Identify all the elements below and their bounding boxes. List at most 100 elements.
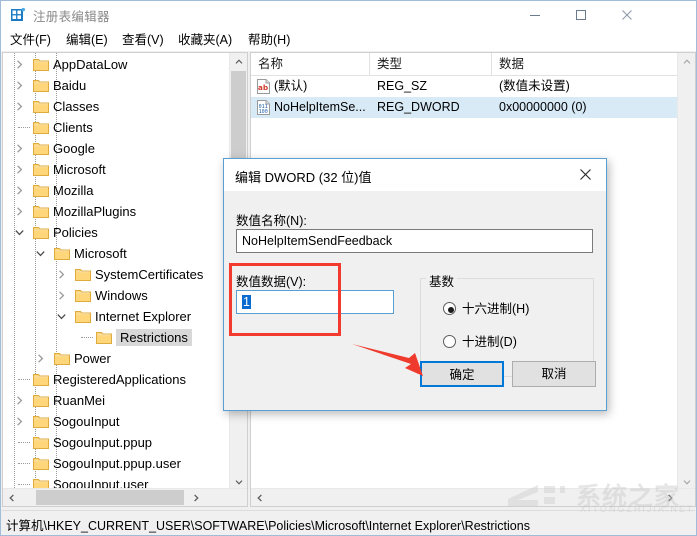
tree-item-classes[interactable]: Classes xyxy=(3,96,229,117)
dialog-title: 编辑 DWORD (32 位)值 xyxy=(235,170,372,185)
tree-item-mozillaplugins[interactable]: MozillaPlugins xyxy=(3,201,229,222)
tree-item-label: Baidu xyxy=(53,78,87,93)
value-name-label: 数值名称(N): xyxy=(236,214,307,228)
close-icon[interactable] xyxy=(564,159,606,190)
registry-tree[interactable]: AppDataLow Baidu Classes Clients Google Micro… xyxy=(3,53,229,490)
chevron-right-icon[interactable] xyxy=(14,59,25,70)
tree-item-internet-explorer[interactable]: Internet Explorer xyxy=(3,306,229,327)
tree-item-label: RegisteredApplications xyxy=(53,372,186,387)
chevron-right-icon[interactable] xyxy=(14,164,25,175)
tree-item-label: Microsoft xyxy=(74,246,127,261)
value-row[interactable]: 011 100 NoHelpItemSe... REG_DWORD 0x00000000… xyxy=(251,97,677,118)
tree-item-microsoft[interactable]: Microsoft xyxy=(3,159,229,180)
status-bar: 计算机\HKEY_CURRENT_USER\SOFTWARE\Policies\… xyxy=(2,510,695,534)
minimize-icon[interactable] xyxy=(512,1,558,28)
menu-item-2[interactable]: 查看(V) xyxy=(119,31,167,49)
maximize-icon[interactable] xyxy=(558,1,604,28)
list-horizontal-scrollbar[interactable] xyxy=(251,488,695,506)
chevron-down-icon[interactable] xyxy=(56,311,67,322)
chevron-right-icon[interactable] xyxy=(35,353,46,364)
tree-item-sogouinput-ppup-user[interactable]: SogouInput.ppup.user xyxy=(3,453,229,474)
radio-hexadecimal[interactable]: 十六进制(H) xyxy=(443,301,583,318)
menu-item-0[interactable]: 文件(F) xyxy=(7,31,54,49)
tree-item-power[interactable]: Power xyxy=(3,348,229,369)
ok-button[interactable]: 确定 xyxy=(420,361,504,387)
column-header-0[interactable]: 名称 xyxy=(251,53,370,75)
tree-item-appdatalow[interactable]: AppDataLow xyxy=(3,54,229,75)
tree-item-label: Internet Explorer xyxy=(95,309,192,324)
tree-item-registeredapplications[interactable]: RegisteredApplications xyxy=(3,369,229,390)
tree-item-google[interactable]: Google xyxy=(3,138,229,159)
value-row[interactable]: ab (默认) REG_SZ (数值未设置) xyxy=(251,76,677,97)
tree-item-policies[interactable]: Policies xyxy=(3,222,229,243)
scroll-up-icon[interactable] xyxy=(678,53,695,70)
svg-text:ab: ab xyxy=(258,83,268,92)
chevron-down-icon[interactable] xyxy=(35,248,46,259)
menu-item-1[interactable]: 编辑(E) xyxy=(63,31,111,49)
chevron-right-icon[interactable] xyxy=(14,101,25,112)
folder-icon xyxy=(33,456,49,470)
tree-guide-line xyxy=(18,484,30,486)
tree-item-label: Power xyxy=(74,351,111,366)
chevron-down-icon[interactable] xyxy=(14,227,25,238)
tree-horizontal-scrollbar[interactable] xyxy=(3,488,247,506)
folder-icon xyxy=(33,393,49,407)
tree-guide-line xyxy=(18,127,30,129)
tree-item-clients[interactable]: Clients xyxy=(3,117,229,138)
tree-item-mozilla[interactable]: Mozilla xyxy=(3,180,229,201)
svg-text:100: 100 xyxy=(259,109,268,115)
cancel-button[interactable]: 取消 xyxy=(512,361,596,387)
value-name-input[interactable]: NoHelpItemSendFeedback xyxy=(236,229,593,253)
scroll-up-icon[interactable] xyxy=(230,53,247,70)
tree-item-microsoft[interactable]: Microsoft xyxy=(3,243,229,264)
tree-item-label: MozillaPlugins xyxy=(53,204,137,219)
tree-item-systemcertificates[interactable]: SystemCertificates xyxy=(3,264,229,285)
menu-item-3[interactable]: 收藏夹(A) xyxy=(175,31,235,49)
window-titlebar: 注册表编辑器 xyxy=(1,1,696,29)
registry-tree-pane[interactable]: AppDataLow Baidu Classes Clients Google Micro… xyxy=(2,52,248,507)
scroll-right-icon[interactable] xyxy=(661,489,678,506)
values-column-header[interactable]: 名称 类型 数据 xyxy=(251,53,695,76)
folder-icon xyxy=(33,372,49,386)
column-header-2[interactable]: 数据 xyxy=(492,53,695,75)
dword-value-icon: 011 100 xyxy=(256,100,271,115)
column-header-1[interactable]: 类型 xyxy=(370,53,492,75)
scroll-left-icon[interactable] xyxy=(251,489,268,506)
chevron-right-icon[interactable] xyxy=(56,269,67,280)
scroll-left-icon[interactable] xyxy=(3,489,20,506)
window-title: 注册表编辑器 xyxy=(33,10,110,24)
tree-item-label: Policies xyxy=(53,225,98,240)
folder-icon xyxy=(33,204,49,218)
folder-icon xyxy=(54,351,70,365)
chevron-right-icon[interactable] xyxy=(14,185,25,196)
tree-item-ruanmei[interactable]: RuanMei xyxy=(3,390,229,411)
chevron-right-icon[interactable] xyxy=(14,395,25,406)
chevron-right-icon[interactable] xyxy=(14,80,25,91)
tree-item-sogouinput-ppup[interactable]: SogouInput.ppup xyxy=(3,432,229,453)
tree-item-label: Mozilla xyxy=(53,183,94,198)
tree-item-restrictions[interactable]: Restrictions xyxy=(3,327,229,348)
registry-icon xyxy=(10,7,26,23)
value-name: NoHelpItemSe... xyxy=(274,100,366,114)
tree-item-baidu[interactable]: Baidu xyxy=(3,75,229,96)
radio-label: 十进制(D) xyxy=(462,335,517,349)
list-vertical-scrollbar[interactable] xyxy=(677,53,695,490)
radio-decimal[interactable]: 十进制(D) xyxy=(443,334,583,351)
tree-item-windows[interactable]: Windows xyxy=(3,285,229,306)
scroll-right-icon[interactable] xyxy=(187,489,204,506)
tree-item-label: AppDataLow xyxy=(53,57,128,72)
close-icon[interactable] xyxy=(604,1,650,28)
chevron-right-icon[interactable] xyxy=(56,290,67,301)
tree-item-label: Microsoft xyxy=(53,162,106,177)
chevron-right-icon[interactable] xyxy=(14,206,25,217)
chevron-right-icon[interactable] xyxy=(14,143,25,154)
menu-item-4[interactable]: 帮助(H) xyxy=(245,31,293,49)
tree-item-label: SystemCertificates xyxy=(95,267,204,282)
tree-hscrollbar-thumb[interactable] xyxy=(36,490,184,505)
folder-icon xyxy=(75,267,91,281)
value-type: REG_DWORD xyxy=(377,100,460,114)
tree-item-sogouinput[interactable]: SogouInput xyxy=(3,411,229,432)
value-data-input[interactable]: 1 xyxy=(236,290,394,314)
chevron-right-icon[interactable] xyxy=(14,416,25,427)
folder-icon xyxy=(75,288,91,302)
